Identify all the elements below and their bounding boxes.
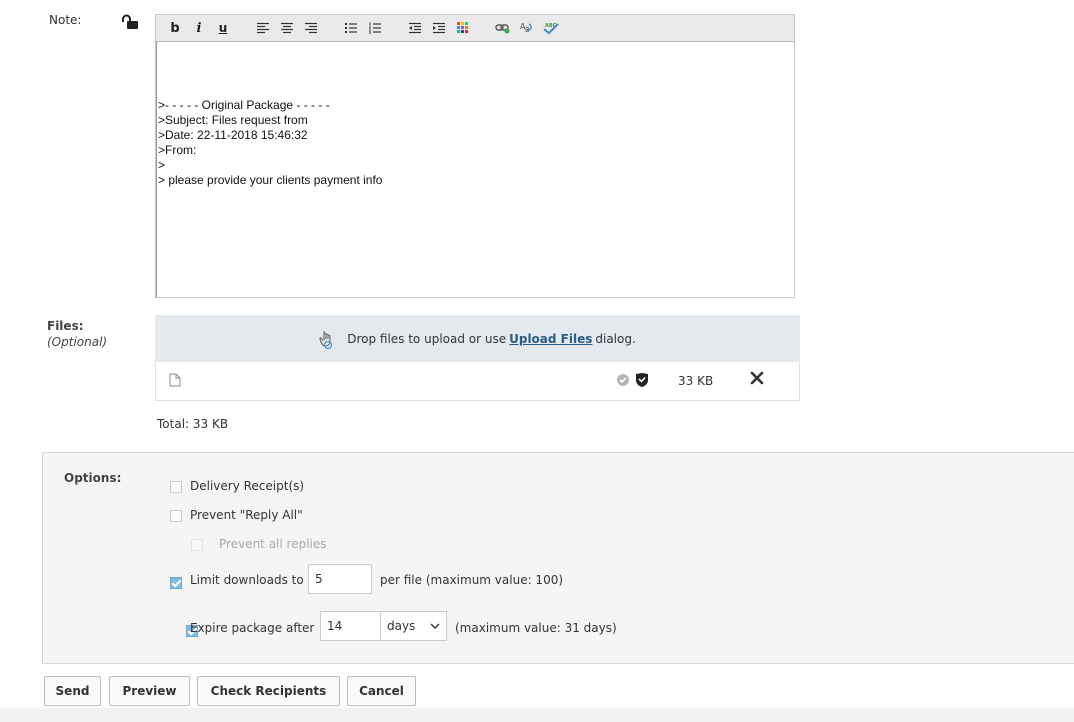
drop-text: Drop files to upload or use	[347, 331, 507, 346]
drag-hand-icon	[319, 329, 335, 349]
numbered-list-icon[interactable]	[366, 18, 384, 38]
align-left-icon[interactable]	[254, 18, 272, 38]
check-circle-icon	[616, 373, 630, 390]
expire-unit-value: days	[387, 619, 416, 633]
file-icon	[169, 373, 181, 390]
file-drop-zone[interactable]: Drop files to upload or use Upload Files…	[155, 315, 800, 362]
file-row: 33 KB	[155, 362, 800, 401]
note-line: >	[158, 158, 166, 172]
link-icon[interactable]	[494, 18, 512, 38]
files-total: Total: 33 KB	[157, 417, 229, 431]
note-editor[interactable]: >- - - - - Original Package - - - - - >S…	[155, 42, 795, 298]
editor-toolbar: b i u AB ABC	[155, 14, 795, 42]
prevent-reply-all-checkbox[interactable]	[170, 510, 182, 522]
files-label: Files:	[47, 319, 84, 333]
note-line: >Subject: Files request from	[158, 113, 308, 127]
bold-button[interactable]: b	[166, 18, 184, 38]
bullet-list-icon[interactable]	[342, 18, 360, 38]
limit-downloads-label: Limit downloads to	[190, 573, 304, 587]
prevent-all-replies-checkbox[interactable]	[191, 539, 203, 551]
unlock-icon[interactable]	[121, 14, 139, 33]
expire-package-suffix: (maximum value: 31 days)	[455, 621, 617, 635]
underline-button[interactable]: u	[214, 18, 232, 38]
note-line: >Date: 22-11-2018 15:46:32	[158, 128, 308, 142]
note-line: >From:	[158, 143, 197, 157]
limit-downloads-input[interactable]: 5	[308, 564, 372, 594]
spell-check-icon[interactable]: AB	[518, 18, 536, 38]
delivery-receipts-checkbox[interactable]	[170, 481, 182, 493]
remove-file-icon[interactable]	[750, 371, 764, 388]
delivery-receipts-label: Delivery Receipt(s)	[190, 479, 305, 493]
files-optional-label: (Optional)	[47, 335, 108, 349]
note-line: >- - - - - Original Package - - - - -	[158, 98, 330, 112]
align-center-icon[interactable]	[278, 18, 296, 38]
chevron-down-icon	[430, 623, 440, 630]
bottom-bar	[0, 708, 1074, 722]
indent-icon[interactable]	[430, 18, 448, 38]
preview-button[interactable]: Preview	[109, 676, 190, 706]
send-button[interactable]: Send	[44, 676, 101, 706]
prevent-all-replies-label: Prevent all replies	[219, 537, 327, 551]
shield-check-icon	[635, 372, 649, 391]
options-label: Options:	[64, 471, 122, 485]
upload-files-link[interactable]: Upload Files	[509, 332, 592, 346]
color-palette-icon[interactable]	[454, 18, 472, 38]
note-line: > please provide your clients payment in…	[158, 173, 383, 187]
expire-package-label: Expire package after	[190, 621, 315, 635]
cancel-button[interactable]: Cancel	[347, 676, 416, 706]
italic-button[interactable]: i	[190, 18, 208, 38]
outdent-icon[interactable]	[406, 18, 424, 38]
limit-downloads-checkbox[interactable]	[170, 576, 182, 589]
drop-text-end: dialog.	[595, 331, 636, 346]
expire-package-input[interactable]: 14	[320, 611, 381, 641]
note-label: Note:	[49, 13, 82, 27]
file-size: 33 KB	[678, 374, 714, 388]
prevent-reply-all-label: Prevent "Reply All"	[190, 508, 303, 522]
expire-unit-select[interactable]: days	[380, 611, 447, 641]
limit-downloads-suffix: per file (maximum value: 100)	[380, 573, 564, 587]
check-recipients-button[interactable]: Check Recipients	[197, 676, 340, 706]
align-right-icon[interactable]	[302, 18, 320, 38]
spell-check-toggle-icon[interactable]: ABC	[542, 18, 560, 38]
